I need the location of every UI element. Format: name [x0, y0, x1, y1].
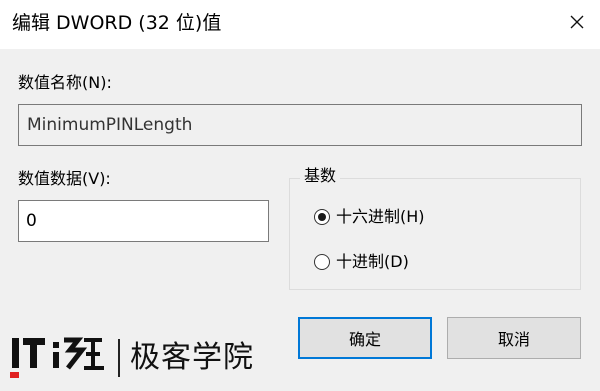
watermark: 极客学院 [10, 333, 254, 383]
title-bar: 编辑 DWORD (32 位)值 [0, 0, 600, 49]
cancel-button[interactable]: 取消 [447, 317, 581, 359]
base-groupbox [289, 178, 581, 290]
radio-decimal[interactable]: 十进制(D) [314, 251, 409, 273]
radio-button-checked[interactable] [314, 209, 330, 225]
value-data-label: 数值数据(V): [18, 169, 111, 188]
window-title: 编辑 DWORD (32 位)值 [12, 12, 222, 34]
value-name-label: 数值名称(N): [18, 73, 112, 92]
radio-label-hexadecimal: 十六进制(H) [336, 207, 425, 226]
close-button[interactable] [554, 0, 600, 44]
radio-button-unchecked[interactable] [314, 254, 330, 270]
ithome-logo [10, 332, 108, 384]
edit-dword-dialog: 编辑 DWORD (32 位)值 数值名称(N): MinimumPINLeng… [0, 0, 600, 391]
close-icon [570, 15, 584, 29]
value-name-field: MinimumPINLength [18, 104, 582, 146]
watermark-divider [118, 339, 120, 377]
ok-button[interactable]: 确定 [298, 317, 432, 359]
radio-label-decimal: 十进制(D) [336, 252, 409, 271]
value-data-input[interactable] [18, 200, 269, 242]
radio-hexadecimal[interactable]: 十六进制(H) [314, 206, 425, 228]
base-group-legend: 基数 [300, 165, 341, 187]
watermark-text: 极客学院 [130, 340, 254, 375]
